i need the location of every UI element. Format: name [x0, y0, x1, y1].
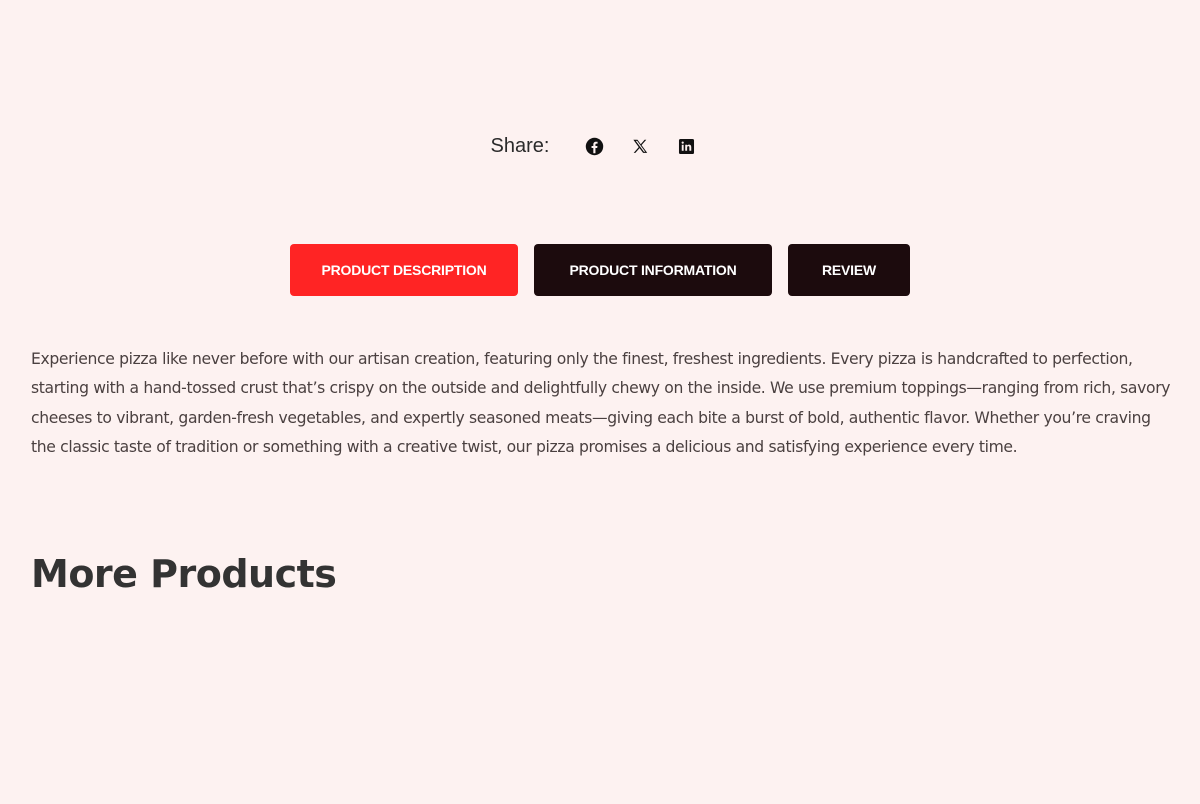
facebook-icon[interactable]	[583, 135, 605, 157]
x-twitter-icon[interactable]	[629, 135, 651, 157]
more-products-heading: More Products	[31, 552, 337, 596]
product-detail-page: Share: PRODUCT DESCRIPTION PRODUCT INFOR…	[0, 0, 1200, 804]
share-label: Share:	[490, 135, 550, 157]
tab-product-information[interactable]: PRODUCT INFORMATION	[534, 244, 772, 296]
product-description-text: Experience pizza like never before with …	[31, 350, 1171, 456]
product-tabs: PRODUCT DESCRIPTION PRODUCT INFORMATION …	[0, 244, 1200, 296]
tab-product-description[interactable]: PRODUCT DESCRIPTION	[290, 244, 518, 296]
linkedin-icon[interactable]	[675, 135, 697, 157]
tab-review[interactable]: REVIEW	[788, 244, 910, 296]
share-bar: Share:	[0, 132, 1200, 160]
